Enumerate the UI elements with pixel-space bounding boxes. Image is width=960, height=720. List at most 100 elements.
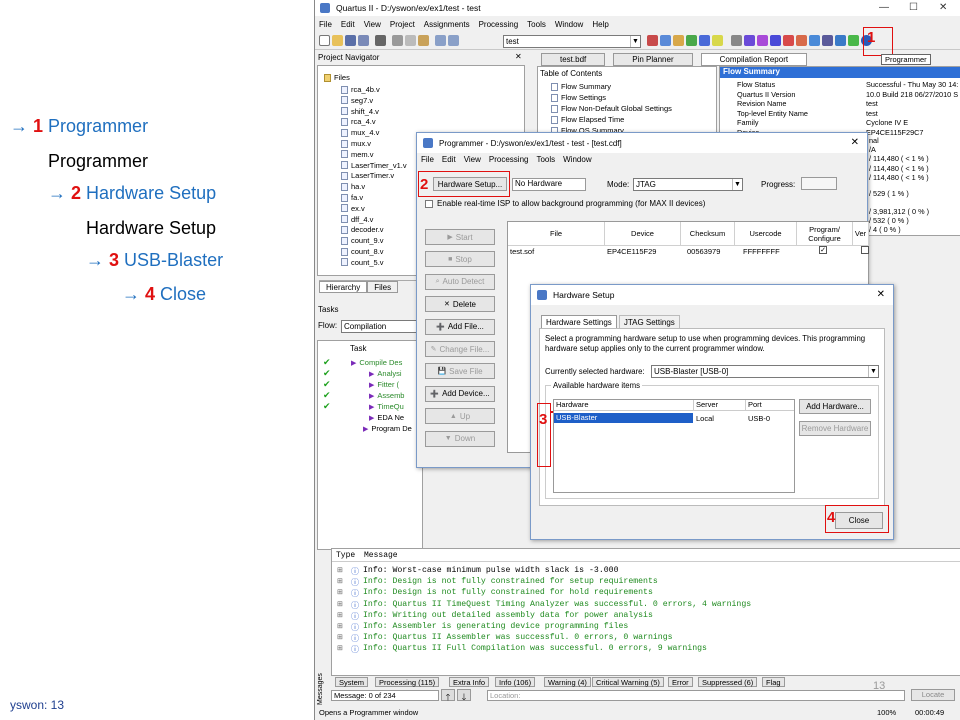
programmer-button[interactable]: ➕ Add Device... xyxy=(425,385,495,402)
file-item[interactable]: rca_4b.v xyxy=(341,85,380,94)
file-item[interactable]: dff_4.v xyxy=(341,215,373,224)
file-item[interactable]: ha.v xyxy=(341,182,365,191)
down-arrow-icon[interactable]: 🡓 xyxy=(457,689,471,702)
verify-checkbox[interactable] xyxy=(861,246,869,254)
message-tab[interactable]: Flag xyxy=(762,677,785,687)
menu-help[interactable]: Help xyxy=(592,20,608,29)
programmer-button[interactable]: ■ Stop xyxy=(425,251,495,268)
prog-menu-file[interactable]: File xyxy=(421,155,434,164)
menu-edit[interactable]: Edit xyxy=(341,20,355,29)
file-item[interactable]: ex.v xyxy=(341,204,365,213)
message-line[interactable]: Info: Quartus II Full Compilation was su… xyxy=(363,644,707,653)
file-item[interactable]: decoder.v xyxy=(341,225,384,234)
copy-icon[interactable] xyxy=(405,35,416,46)
undo-icon[interactable] xyxy=(435,35,446,46)
settings-icon[interactable] xyxy=(731,35,742,46)
save-icon[interactable] xyxy=(345,35,356,46)
task-item[interactable]: ▶ TimeQu xyxy=(369,402,404,411)
file-item[interactable]: mux_4.v xyxy=(341,128,379,137)
expand-icon[interactable]: ⊞ xyxy=(337,633,343,641)
up-arrow-icon[interactable]: 🡑 xyxy=(441,689,455,702)
programmer-button[interactable]: ⌕ Auto Detect xyxy=(425,273,495,290)
file-item[interactable]: rca_4.v xyxy=(341,117,376,126)
file-item[interactable]: fa.v xyxy=(341,193,363,202)
tab-pin-planner[interactable]: Pin Planner xyxy=(613,53,693,66)
file-item[interactable]: LaserTimer_v1.v xyxy=(341,161,407,170)
task-item[interactable]: ▶ Analysi xyxy=(369,369,402,378)
file-item[interactable]: LaserTimer.v xyxy=(341,171,394,180)
isp-checkbox[interactable] xyxy=(425,199,433,208)
file-item[interactable]: count_5.v xyxy=(341,258,384,267)
save-all-icon[interactable] xyxy=(358,35,369,46)
project-combo[interactable]: test ▼ xyxy=(503,35,641,48)
tab-compilation-report[interactable]: Compilation Report xyxy=(700,53,808,66)
current-hardware-combo[interactable]: USB-Blaster [USB-0] ▼ xyxy=(651,365,879,378)
timequest-icon[interactable] xyxy=(783,35,794,46)
programmer-icon[interactable] xyxy=(835,35,846,46)
message-tab[interactable]: Warning (4) xyxy=(544,677,591,687)
toc-item[interactable]: Flow Elapsed Time xyxy=(551,115,624,124)
file-item[interactable]: seg7.v xyxy=(341,96,373,105)
tab-test-bdf[interactable]: test.bdf xyxy=(541,53,606,66)
analysis-icon[interactable] xyxy=(647,35,658,46)
message-line[interactable]: Info: Worst-case minimum pulse width sla… xyxy=(363,566,619,575)
message-tab[interactable]: Extra Info xyxy=(449,677,490,687)
task-item[interactable]: ▶ EDA Ne xyxy=(369,413,404,422)
toc-item[interactable]: Flow Settings xyxy=(551,93,606,102)
file-item[interactable]: mux.v xyxy=(341,139,371,148)
check-icon[interactable] xyxy=(660,35,671,46)
minimize-icon[interactable]: — xyxy=(879,2,889,13)
close-icon[interactable]: ✕ xyxy=(939,2,947,13)
tab-hardware-settings[interactable]: Hardware Settings xyxy=(541,315,617,329)
cut-icon[interactable] xyxy=(392,35,403,46)
expand-icon[interactable]: ⊞ xyxy=(337,644,343,652)
hardware-row-usb-blaster[interactable]: USB-Blaster xyxy=(554,413,693,423)
menu-assignments[interactable]: Assignments xyxy=(424,20,470,29)
file-item[interactable]: count_9.v xyxy=(341,236,384,245)
message-tab[interactable]: Processing (115) xyxy=(375,677,440,687)
programmer-button[interactable]: ▼ Down xyxy=(425,430,495,447)
expand-icon[interactable]: ⊞ xyxy=(337,600,343,608)
start-analysis-icon[interactable] xyxy=(744,35,755,46)
pin-icon[interactable] xyxy=(699,35,710,46)
menu-processing[interactable]: Processing xyxy=(479,20,519,29)
message-line[interactable]: Info: Design is not fully constrained fo… xyxy=(363,577,658,586)
elaborate-icon[interactable] xyxy=(770,35,781,46)
task-item[interactable]: ▶ Compile Des xyxy=(351,358,402,367)
message-tab[interactable]: Info (106) xyxy=(495,677,536,687)
programmer-button[interactable]: ✕ Delete xyxy=(425,296,495,313)
task-item[interactable]: ▶ Assemb xyxy=(369,391,404,400)
new-icon[interactable] xyxy=(319,35,330,46)
sopc-icon[interactable] xyxy=(848,35,859,46)
expand-icon[interactable]: ⊞ xyxy=(337,566,343,574)
message-line[interactable]: Info: Writing out detailed assembly data… xyxy=(363,611,653,620)
location-field[interactable]: Location: xyxy=(487,690,905,701)
task-item[interactable]: ▶ Fitter ( xyxy=(369,380,399,389)
file-item[interactable]: mem.v xyxy=(341,150,374,159)
chip-planner-icon[interactable] xyxy=(822,35,833,46)
redo-icon[interactable] xyxy=(448,35,459,46)
mode-combo[interactable]: JTAG ▼ xyxy=(633,178,743,191)
tab-files[interactable]: Files xyxy=(367,281,399,293)
tab-hierarchy[interactable]: Hierarchy xyxy=(319,281,368,293)
menu-project[interactable]: Project xyxy=(390,20,415,29)
expand-icon[interactable]: ⊞ xyxy=(337,622,343,630)
menu-tools[interactable]: Tools xyxy=(527,20,546,29)
prog-menu-edit[interactable]: Edit xyxy=(442,155,456,164)
prog-menu-tools[interactable]: Tools xyxy=(536,155,555,164)
message-tab[interactable]: Suppressed (6) xyxy=(698,677,758,687)
message-line[interactable]: Info: Assembler is generating device pro… xyxy=(363,622,628,631)
start-compile-icon[interactable] xyxy=(757,35,768,46)
print-icon[interactable] xyxy=(375,35,386,46)
timing-icon[interactable] xyxy=(796,35,807,46)
edit-icon[interactable] xyxy=(673,35,684,46)
toc-item[interactable]: Flow Summary xyxy=(551,82,611,91)
prog-menu-view[interactable]: View xyxy=(464,155,481,164)
message-tab[interactable]: Critical Warning (5) xyxy=(592,677,664,687)
expand-icon[interactable]: ⊞ xyxy=(337,588,343,596)
add-hardware-button[interactable]: Add Hardware... xyxy=(799,399,871,414)
locate-button[interactable]: Locate xyxy=(911,689,955,701)
toc-item[interactable]: Flow Non-Default Global Settings xyxy=(551,104,672,113)
menu-view[interactable]: View xyxy=(364,20,381,29)
maximize-icon[interactable]: ☐ xyxy=(909,2,918,13)
